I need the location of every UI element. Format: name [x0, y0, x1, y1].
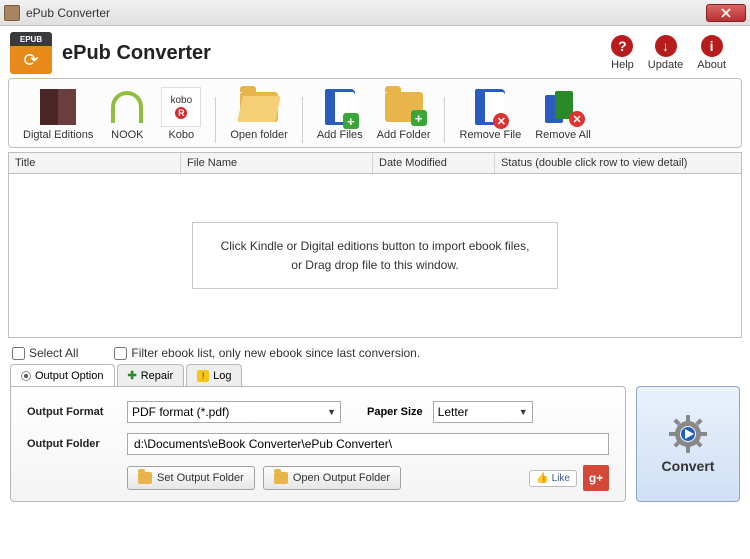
tab-output-option[interactable]: Output Option [10, 364, 115, 386]
app-title: ePub Converter [62, 42, 211, 65]
main-toolbar: Digtal Editions NOOK koboR Kobo Open fol… [8, 78, 742, 148]
help-icon: ? [611, 35, 633, 57]
list-options: Select All Filter ebook list, only new e… [0, 338, 750, 364]
titlebar-app-icon [4, 5, 20, 21]
warning-icon: ! [197, 370, 209, 382]
remove-all-button[interactable]: ✕ Remove All [529, 85, 597, 143]
gear-play-icon [668, 414, 708, 454]
plus-icon: ✚ [128, 369, 137, 382]
output-format-label: Output Format [27, 406, 127, 418]
plus-badge-icon: + [343, 113, 359, 129]
radio-icon [21, 371, 31, 381]
col-status[interactable]: Status (double click row to view detail) [495, 153, 741, 173]
separator [302, 97, 303, 143]
output-format-select[interactable]: PDF format (*.pdf)▼ [127, 401, 341, 423]
chevron-down-icon: ▼ [327, 407, 336, 417]
app-header: EPUB ⟳ ePub Converter ? Help ↓ Update i … [0, 26, 750, 78]
about-link[interactable]: i About [697, 35, 726, 71]
drop-hint: Click Kindle or Digital editions button … [192, 222, 559, 289]
remove-badge-icon: ✕ [569, 111, 585, 127]
col-filename[interactable]: File Name [181, 153, 373, 173]
digital-editions-icon [40, 89, 76, 125]
convert-button[interactable]: Convert [636, 386, 740, 502]
update-link[interactable]: ↓ Update [648, 35, 683, 71]
download-icon: ↓ [655, 35, 677, 57]
close-button[interactable] [706, 4, 746, 22]
window-title: ePub Converter [26, 6, 706, 20]
google-plus-button[interactable]: g+ [583, 465, 609, 491]
digital-editions-button[interactable]: Digtal Editions [17, 85, 99, 143]
output-panel: Output Format PDF format (*.pdf)▼ Paper … [10, 386, 626, 502]
col-modified[interactable]: Date Modified [373, 153, 495, 173]
open-folder-button[interactable]: Open folder [224, 85, 293, 143]
titlebar: ePub Converter [0, 0, 750, 26]
folder-icon [138, 472, 152, 484]
option-tabs: Output Option ✚Repair !Log [10, 364, 740, 386]
kobo-button[interactable]: koboR Kobo [155, 85, 207, 143]
thumbs-up-icon: 👍 [536, 473, 548, 484]
remove-badge-icon: ✕ [493, 113, 509, 129]
set-output-folder-button[interactable]: Set Output Folder [127, 466, 255, 490]
open-folder-icon [240, 92, 278, 122]
separator [444, 97, 445, 143]
nook-icon [111, 91, 143, 123]
add-folder-button[interactable]: + Add Folder [371, 85, 437, 143]
paper-size-label: Paper Size [367, 406, 423, 418]
remove-file-button[interactable]: ✕ Remove File [453, 85, 527, 143]
chevron-down-icon: ▼ [519, 407, 528, 417]
plus-badge-icon: + [411, 110, 427, 126]
open-output-folder-button[interactable]: Open Output Folder [263, 466, 401, 490]
kobo-icon: koboR [161, 87, 201, 127]
separator [215, 97, 216, 143]
app-logo: EPUB ⟳ [10, 32, 52, 74]
file-list[interactable]: Click Kindle or Digital editions button … [8, 174, 742, 338]
add-files-button[interactable]: + Add Files [311, 85, 369, 143]
select-all-checkbox[interactable]: Select All [12, 346, 78, 360]
filter-checkbox[interactable]: Filter ebook list, only new ebook since … [114, 346, 420, 360]
tab-repair[interactable]: ✚Repair [117, 364, 185, 386]
info-icon: i [701, 35, 723, 57]
folder-icon [274, 472, 288, 484]
list-header: Title File Name Date Modified Status (do… [8, 152, 742, 174]
nook-button[interactable]: NOOK [101, 85, 153, 143]
output-folder-field[interactable]: d:\Documents\eBook Converter\ePub Conver… [127, 433, 609, 455]
paper-size-select[interactable]: Letter▼ [433, 401, 533, 423]
tab-log[interactable]: !Log [186, 364, 242, 386]
help-link[interactable]: ? Help [611, 35, 634, 71]
col-title[interactable]: Title [9, 153, 181, 173]
facebook-like-button[interactable]: 👍Like [529, 470, 577, 487]
output-folder-label: Output Folder [27, 438, 127, 450]
